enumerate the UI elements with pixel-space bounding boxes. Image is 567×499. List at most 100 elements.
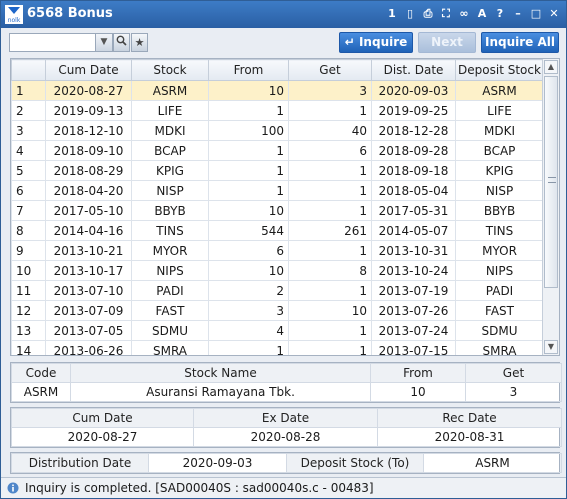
stock-detail-table: Code Stock Name From Get ASRM Asuransi R… [11, 363, 562, 402]
enter-icon: ↵ [344, 35, 355, 49]
column-header-stock[interactable]: Stock [131, 59, 209, 81]
maximize-icon[interactable]: □ [530, 7, 542, 21]
table-row[interactable]: 9 2013-10-21 MYOR 6 1 2013-10-31 MYOR [11, 240, 544, 261]
dist-date-cell: 2014-05-07 [371, 220, 456, 241]
inquire-all-button[interactable]: Inquire All [481, 32, 559, 53]
deposit-stock-cell: MYOR [455, 240, 544, 261]
cum-date-cell: 2013-07-05 [45, 320, 132, 341]
link-icon[interactable]: ∞ [458, 7, 470, 21]
column-header-from[interactable]: From [208, 59, 289, 81]
from-cell: 1 [208, 340, 289, 355]
cum-date-cell: 2013-10-21 [45, 240, 132, 261]
distribution-detail-panel: Distribution Date 2020-09-03 Deposit Sto… [10, 452, 562, 474]
column-header-dist-date[interactable]: Dist. Date [371, 59, 456, 81]
row-number-cell: 9 [11, 240, 46, 261]
table-row[interactable]: 12 2013-07-09 FAST 3 10 2013-07-26 FAST [11, 300, 544, 321]
dist-date-cell: 2013-07-26 [371, 300, 456, 321]
title-bar-icons: 1 ▯ ⎙ ⛶ ∞ A ? – □ ✕ [386, 7, 560, 21]
deposit-stock-cell: KPIG [455, 160, 544, 181]
number-1-icon[interactable]: 1 [386, 7, 398, 21]
cum-date-cell: 2019-09-13 [45, 100, 132, 121]
table-row[interactable]: 3 2018-12-10 MDKI 100 40 2018-12-28 MDKI [11, 120, 544, 141]
chevron-down-icon[interactable]: ▼ [95, 34, 112, 51]
get-cell: 40 [288, 120, 372, 141]
cum-date-value: 2020-08-27 [11, 427, 194, 447]
get-cell: 8 [288, 260, 372, 281]
status-text: Inquiry is completed. [SAD00040S : sad00… [25, 481, 374, 495]
bonus-grid[interactable]: Cum Date Stock From Get Dist. Date Depos… [10, 58, 560, 356]
dist-date-cell: 2018-09-28 [371, 140, 456, 161]
cum-date-cell: 2018-08-29 [45, 160, 132, 181]
deposit-stock-cell: BBYB [455, 200, 544, 221]
get-cell: 261 [288, 220, 372, 241]
get-cell: 1 [288, 340, 372, 355]
table-row[interactable]: 13 2013-07-05 SDMU 4 1 2013-07-24 SDMU [11, 320, 544, 341]
column-header-deposit-stock[interactable]: Deposit Stock [455, 59, 544, 81]
get-cell: 3 [288, 80, 372, 101]
help-icon[interactable]: ? [494, 7, 506, 21]
table-row[interactable]: 14 2013-06-26 SMRA 1 1 2013-07-15 SMRA [11, 340, 544, 355]
next-button[interactable]: Next [418, 32, 476, 53]
table-row[interactable]: 8 2014-04-16 TINS 544 261 2014-05-07 TINS [11, 220, 544, 241]
table-row[interactable]: 2 2019-09-13 LIFE 1 1 2019-09-25 LIFE [11, 100, 544, 121]
expand-icon[interactable]: ⛶ [440, 7, 452, 21]
font-size-icon[interactable]: A [476, 7, 488, 21]
dist-date-cell: 2018-09-18 [371, 160, 456, 181]
cum-date-cell: 2013-07-09 [45, 300, 132, 321]
column-header-cum-date[interactable]: Cum Date [45, 59, 132, 81]
deposit-stock-cell: FAST [455, 300, 544, 321]
stock-cell: BBYB [131, 200, 209, 221]
stock-combo-input[interactable]: ▼ [9, 33, 113, 52]
minimize-icon[interactable]: – [512, 7, 524, 21]
from-cell: 544 [208, 220, 289, 241]
close-icon[interactable]: ✕ [548, 7, 560, 21]
scroll-down-icon[interactable]: ▼ [544, 340, 558, 354]
row-number-cell: 7 [11, 200, 46, 221]
table-row[interactable]: 6 2018-04-20 NISP 1 1 2018-05-04 NISP [11, 180, 544, 201]
inquire-button[interactable]: ↵ Inquire [339, 32, 413, 53]
scroll-up-icon[interactable]: ▲ [544, 60, 558, 74]
row-number-cell: 8 [11, 220, 46, 241]
from-cell: 6 [208, 240, 289, 261]
row-number-cell: 3 [11, 120, 46, 141]
table-row[interactable]: 4 2018-09-10 BCAP 1 6 2018-09-28 BCAP [11, 140, 544, 161]
column-header-get[interactable]: Get [288, 59, 372, 81]
memo-icon[interactable]: ▯ [404, 7, 416, 21]
search-icon[interactable] [113, 33, 130, 52]
vertical-scrollbar[interactable]: ▲ ▼ [542, 59, 559, 355]
get-cell: 1 [288, 320, 372, 341]
table-row[interactable]: 10 2013-10-17 NIPS 10 8 2013-10-24 NIPS [11, 260, 544, 281]
deposit-stock-to-value: ASRM [423, 453, 562, 473]
stock-cell: NIPS [131, 260, 209, 281]
get-cell: 1 [288, 240, 372, 261]
distribution-date-label: Distribution Date [11, 453, 149, 473]
deposit-stock-cell: LIFE [455, 100, 544, 121]
deposit-stock-cell: MDKI [455, 120, 544, 141]
row-number-cell: 11 [11, 280, 46, 301]
table-row[interactable]: 11 2013-07-10 PADI 2 1 2013-07-19 PADI [11, 280, 544, 301]
dist-date-cell: 2013-10-31 [371, 240, 456, 261]
dist-date-cell: 2018-12-28 [371, 120, 456, 141]
row-number-cell: 12 [11, 300, 46, 321]
table-row[interactable]: 1 2020-08-27 ASRM 10 3 2020-09-03 ASRM [11, 80, 544, 101]
bonus-window: nolk 6568 Bonus 1 ▯ ⎙ ⛶ ∞ A ? – □ ✕ ▼ ★ … [0, 0, 567, 499]
get-cell: 10 [288, 300, 372, 321]
table-row[interactable]: 5 2018-08-29 KPIG 1 1 2018-09-18 KPIG [11, 160, 544, 181]
rec-date-label: Rec Date [377, 408, 562, 428]
deposit-stock-cell: NIPS [455, 260, 544, 281]
print-icon[interactable]: ⎙ [422, 7, 434, 21]
cum-date-cell: 2013-07-10 [45, 280, 132, 301]
cum-date-cell: 2014-04-16 [45, 220, 132, 241]
column-header-rownum[interactable] [11, 59, 46, 81]
star-icon[interactable]: ★ [131, 33, 148, 52]
stock-cell: ASRM [131, 80, 209, 101]
row-number-cell: 5 [11, 160, 46, 181]
deposit-stock-cell: SMRA [455, 340, 544, 355]
stock-cell: SDMU [131, 320, 209, 341]
scrollbar-thumb[interactable] [544, 76, 558, 288]
deposit-stock-cell: TINS [455, 220, 544, 241]
table-row[interactable]: 7 2017-05-10 BBYB 10 1 2017-05-31 BBYB [11, 200, 544, 221]
deposit-stock-cell: NISP [455, 180, 544, 201]
title-bar[interactable]: nolk 6568 Bonus 1 ▯ ⎙ ⛶ ∞ A ? – □ ✕ [1, 1, 566, 28]
dist-date-cell: 2018-05-04 [371, 180, 456, 201]
